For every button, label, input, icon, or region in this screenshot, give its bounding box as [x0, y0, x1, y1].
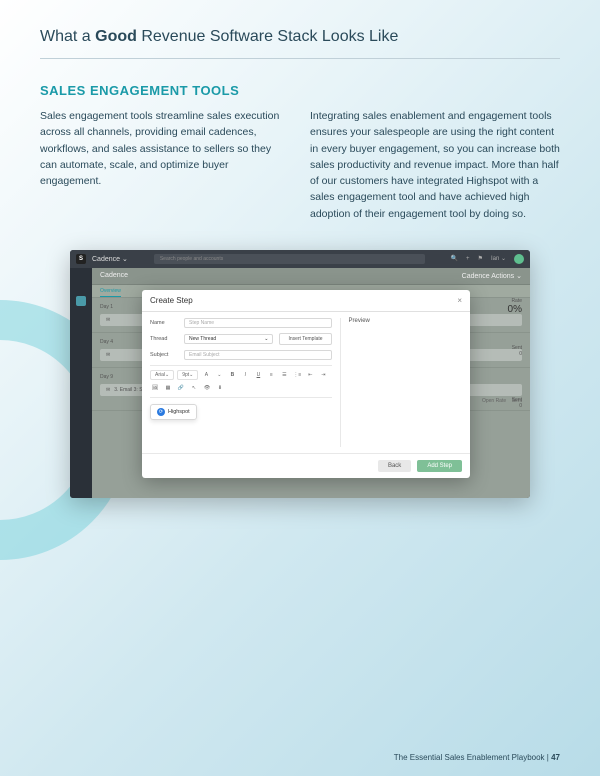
title-prefix: What a [40, 28, 95, 45]
size-select[interactable]: 9pt ⌄ [177, 370, 198, 380]
back-button[interactable]: Back [378, 460, 411, 472]
name-input[interactable]: Step Name [184, 318, 332, 328]
sidebar-mail-icon[interactable] [76, 356, 86, 366]
add-step-button[interactable]: Add Step [417, 460, 462, 472]
highlight-icon[interactable]: ⌄ [214, 370, 224, 380]
thread-select[interactable]: New Thread ⌄ [184, 334, 273, 344]
insert-template-button[interactable]: Insert Template [279, 333, 331, 345]
cadence-dropdown[interactable]: Cadence ⌄ [92, 255, 128, 263]
col-left: Sales engagement tools streamline sales … [40, 108, 290, 222]
email-icon: ✉ [106, 317, 110, 323]
sidebar-people-icon[interactable] [76, 316, 86, 326]
bold-icon[interactable]: B [227, 370, 237, 380]
search-icon[interactable]: 🔍 [451, 255, 458, 262]
thread-label: Thread [150, 336, 178, 342]
footer-text: The Essential Sales Enablement Playbook [394, 753, 545, 762]
preview-label: Preview [349, 318, 462, 324]
cadence-header: Cadence Cadence Actions ⌄ [92, 268, 530, 285]
user-menu[interactable]: Ian ⌄ [491, 255, 506, 262]
app-topbar: S Cadence ⌄ Search people and accounts 🔍… [70, 250, 530, 268]
indent-icon[interactable]: ⇤ [305, 370, 315, 380]
font-select[interactable]: Arial ⌄ [150, 370, 174, 380]
search-input[interactable]: Search people and accounts [154, 254, 425, 264]
app-screenshot: S Cadence ⌄ Search people and accounts 🔍… [40, 250, 560, 498]
view-icon[interactable]: 👁 [202, 383, 212, 393]
email-icon: ✉ [106, 352, 110, 358]
modal-body: Name Step Name Thread New Thread [142, 312, 470, 453]
body-columns: Sales engagement tools streamline sales … [40, 108, 560, 222]
list-ol-icon[interactable]: ☰ [279, 370, 289, 380]
cadence-actions[interactable]: Cadence Actions ⌄ [462, 272, 522, 280]
app-logo: S [76, 254, 86, 264]
sidebar-home-icon[interactable] [76, 276, 86, 286]
col-right: Integrating sales enablement and engagem… [310, 108, 560, 222]
cursor-icon[interactable]: ↖ [189, 383, 199, 393]
app-main: Cadence Cadence Actions ⌄ Overview Rate … [92, 268, 530, 498]
editor-toolbar: Arial ⌄ 9pt ⌄ A ⌄ B I U ≡ ☰ ⋮≡ [150, 365, 332, 398]
email-icon: ✉ [106, 387, 110, 393]
highspot-label: Highspot [168, 409, 190, 415]
page-number: 47 [551, 753, 560, 762]
sidebar-rocket-icon[interactable] [76, 396, 86, 406]
stats-column: Rate 0% Sent 0 Sent 0 [462, 298, 522, 409]
italic-icon[interactable]: I [240, 370, 250, 380]
modal-left: Name Step Name Thread New Thread [150, 318, 332, 447]
modal-footer: Back Add Step [142, 453, 470, 478]
rate-pct: 0% [462, 304, 522, 315]
add-icon[interactable]: + [466, 256, 470, 262]
sidebar-settings-icon[interactable] [76, 436, 86, 446]
modal-header: Create Step × [142, 290, 470, 312]
cadence-name: Cadence [100, 272, 128, 280]
sent-2: Sent 0 [462, 397, 522, 409]
subject-input[interactable]: Email Subject [184, 350, 332, 360]
highspot-icon: ⟳ [157, 408, 165, 416]
modal-title: Create Step [150, 296, 193, 305]
sidebar-phone-icon[interactable] [76, 376, 86, 386]
close-icon[interactable]: × [457, 296, 462, 305]
page-title: What a Good Revenue Software Stack Looks… [40, 28, 560, 59]
page-content: What a Good Revenue Software Stack Looks… [0, 0, 600, 518]
tab-overview[interactable]: Overview [100, 288, 121, 297]
notify-icon[interactable]: ⚑ [478, 255, 483, 262]
highspot-chip[interactable]: ⟳ Highspot [150, 404, 197, 420]
table-icon[interactable]: ▦ [163, 383, 173, 393]
topbar-right: 🔍 + ⚑ Ian ⌄ [451, 254, 524, 264]
app-body: Cadence Cadence Actions ⌄ Overview Rate … [70, 268, 530, 498]
subject-label: Subject [150, 352, 178, 358]
attach-icon[interactable]: ⬇ [215, 383, 225, 393]
sidebar-cadence-icon[interactable] [76, 296, 86, 306]
avatar[interactable] [514, 254, 524, 264]
outdent-icon[interactable]: ⇥ [318, 370, 328, 380]
sidebar-chart-icon[interactable] [76, 416, 86, 426]
preview-panel: Preview [340, 318, 462, 447]
sent-1: Sent 0 [462, 345, 522, 357]
app-sidebar [70, 268, 92, 498]
sidebar-user-icon[interactable] [76, 336, 86, 346]
section-heading: SALES ENGAGEMENT TOOLS [40, 83, 560, 98]
font-color-icon[interactable]: A [201, 370, 211, 380]
underline-icon[interactable]: U [253, 370, 263, 380]
title-suffix: Revenue Software Stack Looks Like [137, 28, 398, 45]
title-bold: Good [95, 28, 137, 45]
page-footer: The Essential Sales Enablement Playbook … [394, 753, 560, 762]
image-icon[interactable]: 🖼 [150, 383, 160, 393]
app-frame: S Cadence ⌄ Search people and accounts 🔍… [70, 250, 530, 498]
name-label: Name [150, 320, 178, 326]
search-placeholder: Search people and accounts [160, 256, 223, 262]
list-ul-icon[interactable]: ⋮≡ [292, 370, 302, 380]
create-step-modal: Create Step × Name Step Name [142, 290, 470, 478]
chevron-down-icon: ⌄ [264, 336, 268, 342]
link-icon[interactable]: 🔗 [176, 383, 186, 393]
align-icon[interactable]: ≡ [266, 370, 276, 380]
